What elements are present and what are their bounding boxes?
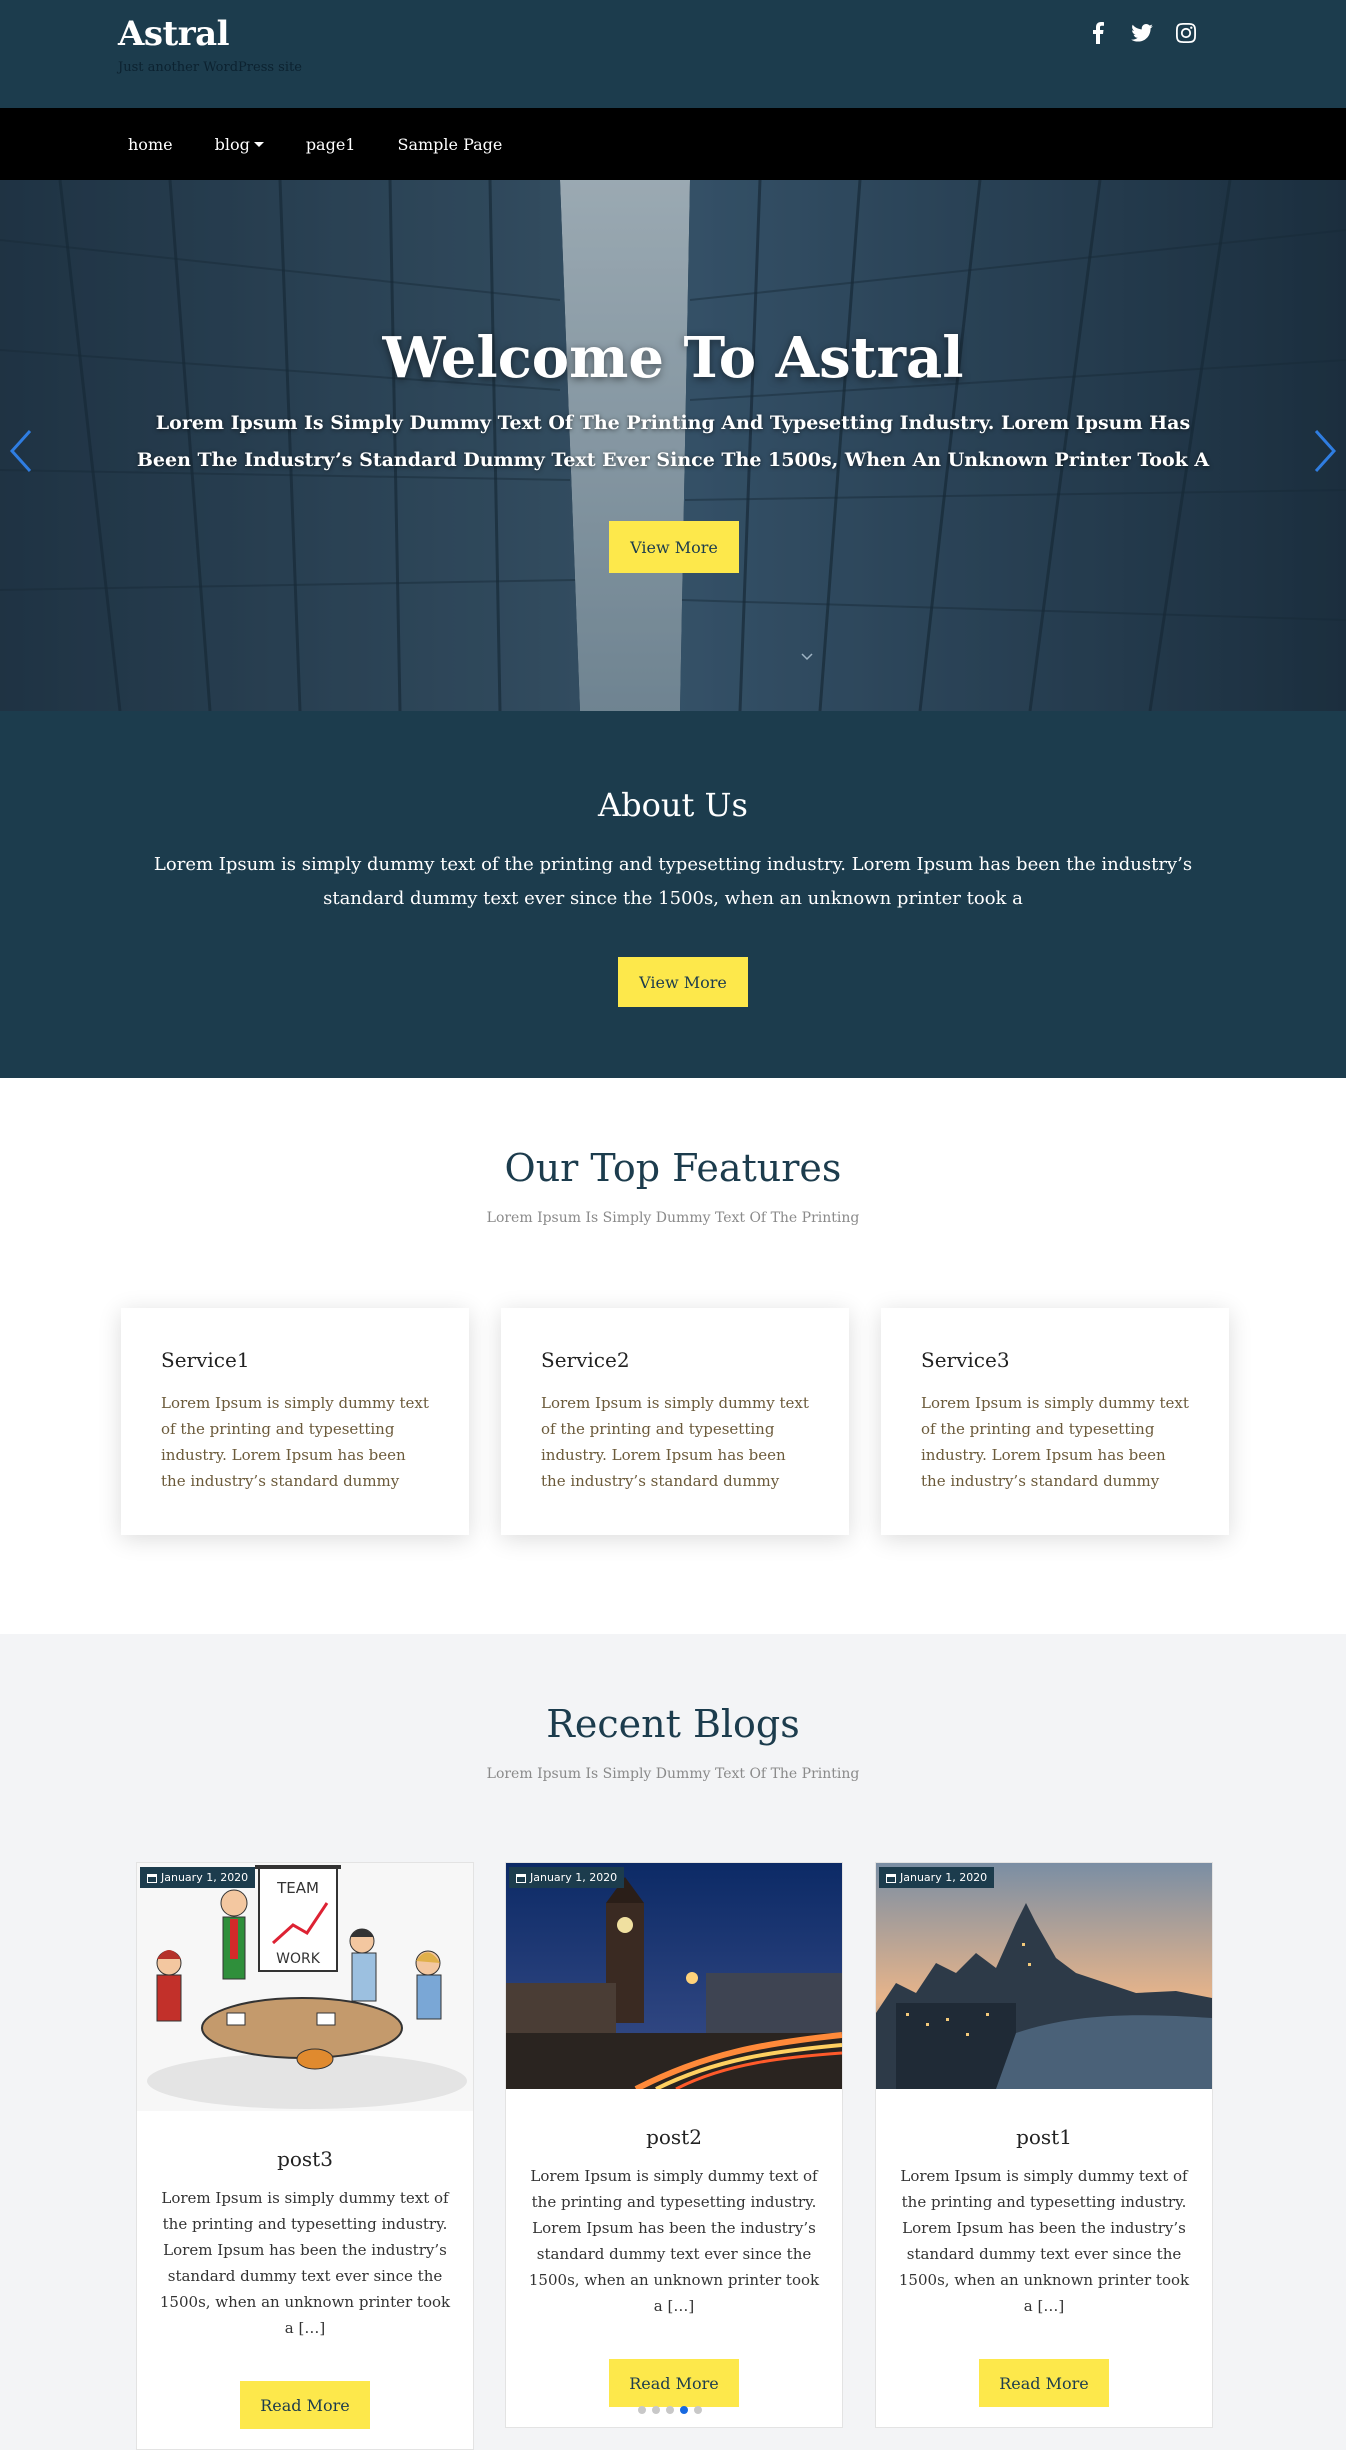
post-date: January 1, 2020 (161, 1871, 249, 1884)
nav-item-page1[interactable]: page1 (296, 131, 366, 158)
feature-card: Service3 Lorem Ipsum is simply dummy tex… (881, 1308, 1229, 1535)
post-title[interactable]: post2 (506, 2125, 842, 2149)
facebook-icon[interactable] (1086, 20, 1110, 46)
site-tagline: Just another WordPress site (118, 60, 302, 75)
about-title: About Us (598, 786, 748, 824)
blog-thumbnail[interactable]: TEAM WORK January 1, 2020 (137, 1863, 473, 2111)
twitter-icon[interactable] (1130, 20, 1154, 46)
calendar-icon (516, 1873, 526, 1883)
calendar-icon (147, 1873, 157, 1883)
post-title[interactable]: post1 (876, 2125, 1212, 2149)
hero-view-more-button[interactable]: View More (609, 521, 739, 573)
blogs-title: Recent Blogs (546, 1702, 800, 1746)
calendar-icon (886, 1873, 896, 1883)
chevron-right-icon[interactable] (1310, 425, 1340, 477)
caret-down-icon (253, 141, 264, 147)
feature-name: Service2 (541, 1348, 630, 1372)
post-title[interactable]: post3 (137, 2147, 473, 2171)
svg-text:TEAM: TEAM (276, 1879, 319, 1897)
harbor-skyline-photo (876, 1863, 1212, 2089)
site-branding: Astral Just another WordPress site (118, 14, 302, 75)
post-excerpt: Lorem Ipsum is simply dummy text of the … (159, 2189, 451, 2337)
nav-item-home[interactable]: home (118, 131, 183, 158)
hero-slider: Welcome To Astral Lorem Ipsum Is Simply … (0, 180, 1346, 711)
carousel-dots (638, 2406, 702, 2414)
blogs-section: Recent Blogs Lorem Ipsum Is Simply Dummy… (0, 1634, 1346, 2450)
feature-desc: Lorem Ipsum is simply dummy text of the … (921, 1394, 1189, 1490)
feature-desc: Lorem Ipsum is simply dummy text of the … (541, 1394, 809, 1490)
post-excerpt: Lorem Ipsum is simply dummy text of the … (898, 2167, 1190, 2315)
features-title: Our Top Features (504, 1146, 842, 1190)
nav-item-label: page1 (305, 134, 356, 154)
chevron-left-icon[interactable] (6, 425, 36, 477)
post-date-badge: January 1, 2020 (509, 1867, 625, 1888)
carousel-dot[interactable] (694, 2406, 702, 2414)
feature-name: Service1 (161, 1348, 250, 1372)
nav-item-sample-page[interactable]: Sample Page (387, 131, 512, 158)
feature-desc: Lorem Ipsum is simply dummy text of the … (161, 1394, 429, 1490)
about-text: Lorem Ipsum is simply dummy text of the … (153, 854, 1193, 909)
svg-text:WORK: WORK (276, 1951, 321, 1967)
about-view-more-button[interactable]: View More (618, 957, 748, 1007)
nav-menu: home blog page1 Sample Page (118, 108, 512, 180)
nav-item-blog[interactable]: blog (205, 131, 274, 158)
feature-card: Service2 Lorem Ipsum is simply dummy tex… (501, 1308, 849, 1535)
blog-thumbnail[interactable]: January 1, 2020 (506, 1863, 842, 2089)
blogs-subtitle: Lorem Ipsum Is Simply Dummy Text Of The … (486, 1766, 860, 1782)
read-more-button[interactable]: Read More (240, 2381, 370, 2429)
carousel-dot[interactable] (638, 2406, 646, 2414)
nav-item-label: blog (214, 134, 250, 154)
night-city-photo (506, 1863, 842, 2089)
blog-card-post1[interactable]: January 1, 2020 post1 Lorem Ipsum is sim… (875, 1862, 1213, 2428)
carousel-dot[interactable] (666, 2406, 674, 2414)
blog-thumbnail[interactable]: January 1, 2020 (876, 1863, 1212, 2089)
hero-text: Lorem Ipsum Is Simply Dummy Text Of The … (136, 412, 1210, 471)
post-date-badge: January 1, 2020 (879, 1867, 995, 1888)
social-links (1086, 20, 1198, 46)
features-subtitle: Lorem Ipsum Is Simply Dummy Text Of The … (486, 1210, 860, 1226)
carousel-dot[interactable] (652, 2406, 660, 2414)
feature-name: Service3 (921, 1348, 1010, 1372)
chevron-down-icon[interactable] (800, 650, 814, 664)
read-more-button[interactable]: Read More (609, 2359, 739, 2407)
hero-title: Welcome To Astral (382, 325, 964, 391)
about-section: About Us Lorem Ipsum is simply dummy tex… (0, 711, 1346, 1078)
read-more-button[interactable]: Read More (979, 2359, 1109, 2407)
post-date-badge: January 1, 2020 (140, 1867, 256, 1888)
carousel-dot-active[interactable] (680, 2406, 688, 2414)
nav-item-label: home (128, 134, 173, 154)
instagram-icon[interactable] (1174, 20, 1198, 46)
features-section: Our Top Features Lorem Ipsum Is Simply D… (0, 1078, 1346, 1634)
blog-card-post3[interactable]: TEAM WORK January 1, 2020 post3 Lorem Ip… (136, 1862, 474, 2450)
main-navigation: home blog page1 Sample Page (0, 108, 1346, 180)
feature-card: Service1 Lorem Ipsum is simply dummy tex… (121, 1308, 469, 1535)
site-header: Astral Just another WordPress site (0, 0, 1346, 108)
post-date: January 1, 2020 (530, 1871, 618, 1884)
blog-card-post2[interactable]: January 1, 2020 post2 Lorem Ipsum is sim… (505, 1862, 843, 2428)
team-meeting-illustration: TEAM WORK (147, 1865, 467, 2109)
site-title[interactable]: Astral (118, 14, 302, 54)
post-excerpt: Lorem Ipsum is simply dummy text of the … (528, 2167, 820, 2315)
nav-item-label: Sample Page (397, 134, 503, 154)
post-date: January 1, 2020 (900, 1871, 988, 1884)
